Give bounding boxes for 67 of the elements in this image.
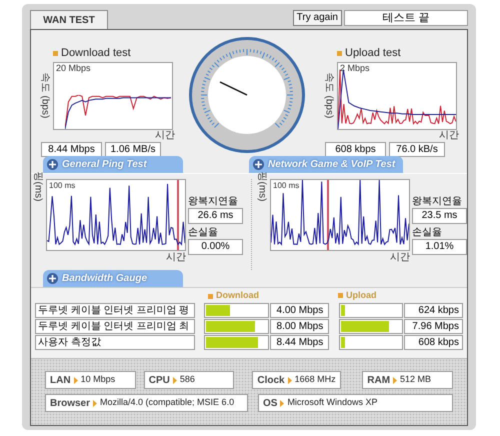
- latency-label: 왕복지연율: [188, 195, 239, 208]
- info-value: 586: [180, 373, 195, 386]
- info-label: OS: [262, 396, 278, 410]
- download-value: 4.00 Mbps: [270, 303, 330, 318]
- bullet-icon: [337, 50, 342, 56]
- header-title: General Ping Test: [62, 158, 147, 172]
- info-label: Clock: [257, 374, 285, 388]
- download-value: 8.00 Mbps: [270, 319, 330, 334]
- column-label: Upload: [346, 289, 376, 302]
- info-label: RAM: [367, 374, 390, 388]
- chart-scale: 100 ms: [49, 182, 76, 190]
- try-again-button[interactable]: Try again: [292, 10, 342, 26]
- axis-label: 시간: [166, 251, 186, 265]
- info-value: Mozilla/4.0 (compatible; MSIE 6.0: [100, 396, 234, 410]
- status-field: 테스트 끝: [344, 10, 468, 26]
- plus-icon: [47, 273, 58, 284]
- loss-value: 1.01%: [412, 239, 467, 255]
- loss-label: 손실율: [412, 226, 443, 239]
- upload-value: 624 kbps: [404, 303, 463, 318]
- arrow-icon: [172, 376, 177, 384]
- bytes-value: 1.06 MB/s: [105, 142, 161, 156]
- axis-label: 시간: [155, 130, 175, 142]
- bullet-icon: [53, 50, 58, 56]
- isp-name-field: 두루넷 케이블 인터넷 프리미엄 최: [35, 319, 195, 334]
- upload-value: 608 kbps: [404, 335, 463, 350]
- arrow-icon: [288, 376, 292, 384]
- isp-name-field: 두루넷 케이블 인터넷 프리미엄 평: [35, 303, 195, 318]
- info-value: 1668 MHz: [294, 373, 336, 386]
- header-title: Network Game & VoIP Test: [268, 158, 396, 172]
- arrow-icon: [74, 376, 78, 384]
- axis-label: 속도 (bps): [322, 72, 336, 118]
- section-title: Download test: [61, 46, 131, 61]
- column-label: Download: [216, 289, 259, 302]
- bytes-value: 76.0 kB/s: [389, 142, 445, 156]
- arrow-icon: [280, 400, 284, 406]
- info-value: Microsoft Windows XP: [287, 396, 378, 410]
- info-label: LAN: [50, 374, 71, 388]
- tab[interactable]: WAN TEST: [30, 10, 108, 29]
- chart-scale: 100 ms: [273, 182, 300, 190]
- arrow-icon: [393, 376, 398, 384]
- axis-label: 핑(ms): [32, 172, 44, 202]
- rate-value: 608 kbps: [325, 142, 386, 156]
- latency-label: 왕복지연율: [412, 195, 463, 208]
- info-label: CPU: [148, 374, 170, 388]
- plus-icon: [253, 159, 264, 170]
- info-value: 512 MB: [400, 373, 432, 386]
- loss-label: 손실율: [188, 226, 219, 239]
- latency-value: 23.5 ms: [412, 208, 467, 224]
- latency-value: 26.6 ms: [188, 208, 243, 224]
- bullet-icon: [338, 293, 343, 298]
- upload-value: 7.96 Mbps: [404, 319, 463, 334]
- rate-value: 8.44 Mbps: [41, 142, 102, 156]
- plus-icon: [47, 159, 58, 170]
- section-title: Upload test: [345, 46, 401, 61]
- download-value: 8.44 Mbps: [270, 335, 330, 350]
- header-title: Bandwidth Gauge: [62, 272, 147, 286]
- info-value: 10 Mbps: [80, 373, 116, 386]
- info-label: Browser: [50, 396, 90, 410]
- arrow-icon: [93, 400, 98, 406]
- loss-value: 0.00%: [188, 239, 243, 255]
- bullet-icon: [208, 294, 213, 298]
- isp-name-field: 사용자 측정값: [35, 335, 195, 350]
- axis-label: 시간: [390, 251, 410, 265]
- axis-label: 핑(ms): [256, 172, 268, 202]
- chart-scale: 20 Mbps: [56, 64, 91, 72]
- axis-label: 속도 (bps): [38, 72, 52, 118]
- axis-label: 시간: [439, 130, 459, 142]
